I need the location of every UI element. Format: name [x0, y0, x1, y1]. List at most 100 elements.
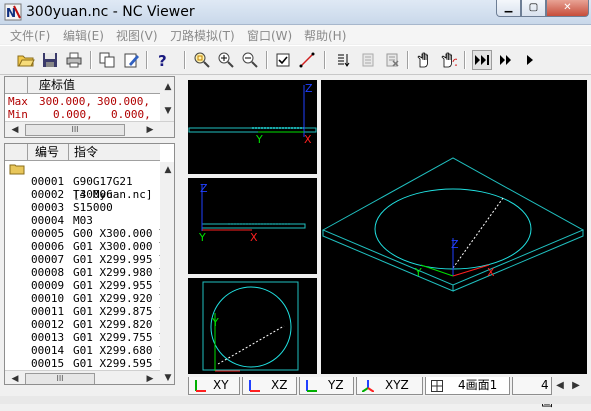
scroll-left-icon[interactable]: ◀ [7, 371, 23, 384]
tab-xz[interactable]: XZ [242, 377, 297, 395]
program-row[interactable]: 00005 G00 X300.000 Y: [5, 227, 172, 240]
tab-xy[interactable]: XY [188, 377, 240, 395]
tab-4view-2[interactable]: 4画 [512, 377, 553, 409]
program-row[interactable]: 00003 S15000 [5, 201, 160, 214]
open-folder-icon[interactable] [16, 50, 36, 70]
coord-vscroll[interactable]: ▲ ▼ [160, 77, 174, 121]
scroll-down-icon[interactable]: ▼ [160, 103, 174, 119]
program-row-command: G01 X300.000 Y: [73, 240, 173, 253]
scroll-thumb[interactable]: III [25, 373, 95, 384]
maximize-button[interactable]: ▢ [521, 0, 546, 17]
program-row-command: G01 X299.820 Y: [73, 318, 173, 331]
help-icon[interactable]: ? [153, 50, 173, 70]
checkbox-icon[interactable] [273, 50, 293, 70]
viewport-front-view[interactable]: Z Y X [188, 178, 317, 274]
copy-icon[interactable] [97, 50, 117, 70]
program-row-number: 00011 [31, 305, 65, 318]
program-row[interactable]: 00004 M03 [5, 214, 160, 227]
coord-max-row: Max 300.000, 300.000, [8, 95, 150, 108]
list-icon[interactable] [334, 50, 354, 70]
menu-edit[interactable]: 编辑(E) [63, 27, 104, 44]
scroll-right-icon[interactable]: ▶ [142, 371, 158, 384]
viewport-isometric[interactable]: Z Y X [321, 80, 587, 374]
program-row-command: G00 X300.000 Y: [73, 227, 173, 240]
list-x-icon[interactable] [382, 50, 402, 70]
scroll-up-icon[interactable]: ▲ [160, 79, 174, 95]
coord-max-y: 300.000, [97, 95, 150, 108]
program-row[interactable]: 00010 G01 X299.920 Y: [5, 292, 172, 305]
program-hscroll[interactable]: ◀ III ▶ [5, 370, 160, 384]
menu-window[interactable]: 窗口(W) [247, 27, 292, 44]
program-row-number: 00003 [31, 201, 65, 214]
tab-scroll-right-icon[interactable]: ▶ [568, 378, 584, 394]
scroll-up-icon[interactable]: ▲ [160, 162, 174, 178]
zoom-in-icon[interactable] [216, 50, 236, 70]
status-bar [0, 396, 591, 404]
play-step-icon[interactable] [496, 50, 516, 70]
print-icon[interactable] [64, 50, 84, 70]
program-row[interactable]: 00013 G01 X299.755 Y: [5, 331, 172, 344]
viewport-side-view[interactable]: Z Y X [188, 80, 317, 174]
program-row-number: 00006 [31, 240, 65, 253]
tab-yz[interactable]: YZ [299, 377, 354, 395]
tab-4view-1[interactable]: 4画面1 [425, 377, 510, 395]
scroll-down-icon[interactable]: ▼ [160, 370, 174, 384]
program-row-command: G90G17G21 [73, 175, 133, 188]
title-bar: N 300yuan.nc - NC Viewer ▁ ▢ ✕ [0, 0, 591, 25]
menu-view[interactable]: 视图(V) [116, 27, 158, 44]
play-icon[interactable] [520, 50, 540, 70]
viewport-top-view[interactable]: Y [188, 278, 317, 374]
col-number-header[interactable]: 编号 [35, 144, 59, 160]
program-row[interactable]: 00007 G01 X299.995 Y: [5, 253, 172, 266]
play-fast-icon[interactable] [472, 50, 492, 70]
scroll-thumb[interactable]: III [25, 124, 125, 136]
zoom-out-icon[interactable] [240, 50, 260, 70]
close-button[interactable]: ✕ [546, 0, 589, 17]
program-row-command: T4 M06 [73, 188, 113, 201]
list-disabled-icon[interactable] [358, 50, 378, 70]
edit-icon[interactable] [121, 50, 141, 70]
program-row[interactable]: 00009 G01 X299.955 Y: [5, 279, 172, 292]
program-panel: 编号 指令 [300yuan.nc] 00001 G90G17G21 00002 T4… [4, 143, 175, 385]
coord-hscroll[interactable]: ◀ III ▶ [5, 121, 174, 137]
tab-scroll-left-icon[interactable]: ◀ [552, 378, 568, 394]
program-row[interactable]: 00014 G01 X299.680 Y: [5, 344, 172, 357]
program-file-row[interactable]: [300yuan.nc] [5, 162, 160, 201]
grid-4-icon [431, 380, 443, 392]
hand-icon[interactable] [414, 50, 434, 70]
program-row[interactable]: 00008 G01 X299.980 Y: [5, 266, 172, 279]
program-row[interactable]: 00006 G01 X300.000 Y: [5, 240, 172, 253]
panel-splitter[interactable] [178, 76, 184, 402]
z-axis-label: Z [305, 82, 313, 95]
program-row[interactable]: 00001 G90G17G21 [5, 175, 160, 188]
scroll-left-icon[interactable]: ◀ [7, 122, 23, 137]
viewport-area: Z Y X Z Y X Y Z Y X [186, 76, 589, 376]
menu-help[interactable]: 帮助(H) [304, 27, 346, 44]
x-axis-label: X [487, 266, 495, 279]
scroll-right-icon[interactable]: ▶ [142, 122, 158, 137]
circular-toolpath [210, 286, 292, 368]
minimize-button[interactable]: ▁ [496, 0, 521, 17]
save-icon[interactable] [40, 50, 60, 70]
program-row[interactable]: 00011 G01 X299.875 Y: [5, 305, 172, 318]
menu-bar: 文件(F) 编辑(E) 视图(V) 刀路模拟(T) 窗口(W) 帮助(H) [0, 25, 591, 44]
coord-min-label: Min [8, 108, 28, 121]
menu-file[interactable]: 文件(F) [10, 27, 50, 44]
zoom-fit-icon[interactable] [192, 50, 212, 70]
program-row-command: S15000 [73, 201, 113, 214]
tab-xyz[interactable]: XYZ [356, 377, 423, 395]
col-command-header[interactable]: 指令 [74, 144, 98, 160]
rotate-hand-icon[interactable] [438, 50, 458, 70]
program-row-command: G01 X299.920 Y: [73, 292, 173, 305]
menu-toolpath-sim[interactable]: 刀路模拟(T) [170, 27, 235, 44]
program-row[interactable]: 00002 T4 M06 [5, 188, 160, 201]
tool-path-line [217, 325, 285, 365]
y-axis-label: Y [414, 266, 422, 279]
program-vscroll[interactable]: ▲ ▼ [160, 162, 174, 384]
measure-icon[interactable] [297, 50, 317, 70]
program-row-number: 00002 [31, 188, 65, 201]
coord-header: 座标值 [5, 77, 160, 94]
program-row[interactable]: 00012 G01 X299.820 Y: [5, 318, 172, 331]
program-row[interactable]: 00015 G01 X299.595 Y: [5, 357, 172, 370]
axis-yz-icon [306, 380, 317, 392]
